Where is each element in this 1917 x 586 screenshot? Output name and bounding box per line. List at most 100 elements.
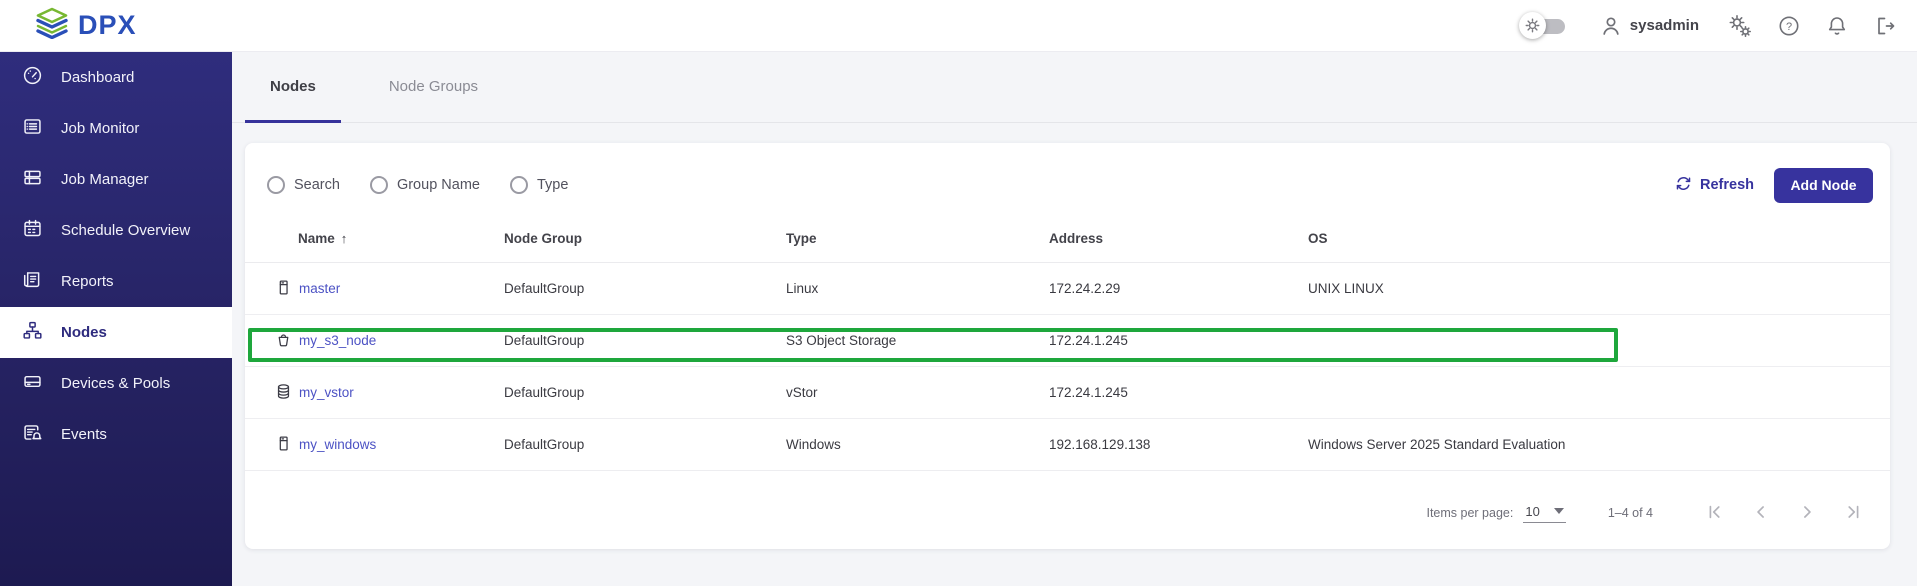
- storage-drive-icon: [22, 371, 43, 396]
- refresh-label: Refresh: [1700, 177, 1754, 193]
- sidebar-item-label: Events: [61, 426, 107, 443]
- server-icon: [275, 278, 292, 300]
- server-icon: [275, 434, 292, 456]
- filter-option-search[interactable]: Search: [267, 176, 340, 194]
- sidebar-item-label: Nodes: [61, 324, 107, 341]
- notifications-bell-icon[interactable]: [1825, 14, 1849, 38]
- sidebar: Dashboard Job Monitor Job Manager: [0, 52, 232, 586]
- tab-node-groups[interactable]: Node Groups: [364, 52, 503, 123]
- logout-icon[interactable]: [1873, 14, 1897, 38]
- refresh-button[interactable]: Refresh: [1675, 175, 1754, 196]
- filter-option-group-name[interactable]: Group Name: [370, 176, 480, 194]
- name-cell: my_s3_node: [275, 330, 504, 352]
- theme-toggle[interactable]: [1519, 17, 1565, 35]
- radio-icon[interactable]: [267, 176, 285, 194]
- table-header-row: Name ↑ Node Group Type Address OS: [245, 215, 1890, 263]
- address-cell: 172.24.2.29: [1049, 281, 1308, 296]
- sort-asc-icon[interactable]: ↑: [341, 231, 348, 246]
- table-row[interactable]: my_s3_node DefaultGroup S3 Object Storag…: [245, 315, 1890, 367]
- last-page-icon[interactable]: [1843, 502, 1863, 525]
- sidebar-item-events[interactable]: Events: [0, 409, 232, 460]
- sidebar-item-job-monitor[interactable]: Job Monitor: [0, 103, 232, 154]
- stacked-bars-icon: [22, 167, 43, 192]
- radio-icon[interactable]: [510, 176, 528, 194]
- next-page-icon[interactable]: [1797, 502, 1817, 525]
- table-row[interactable]: master DefaultGroup Linux 172.24.2.29 UN…: [245, 263, 1890, 315]
- column-header-node-group[interactable]: Node Group: [504, 231, 786, 246]
- sidebar-item-devices-pools[interactable]: Devices & Pools: [0, 358, 232, 409]
- sidebar-item-label: Job Monitor: [61, 120, 139, 137]
- column-header-type[interactable]: Type: [786, 231, 1049, 246]
- type-cell: S3 Object Storage: [786, 333, 1049, 348]
- name-cell: my_windows: [275, 434, 504, 456]
- name-cell: master: [275, 278, 504, 300]
- toggle-thumb-gear-icon: [1519, 12, 1546, 39]
- first-page-icon[interactable]: [1705, 502, 1725, 525]
- add-node-button[interactable]: Add Node: [1774, 168, 1873, 203]
- prev-page-icon[interactable]: [1751, 502, 1771, 525]
- table-row[interactable]: my_vstor DefaultGroup vStor 172.24.1.245: [245, 367, 1890, 419]
- refresh-icon: [1675, 175, 1692, 196]
- table-actions: Refresh Add Node: [1675, 168, 1873, 203]
- filter-option-type[interactable]: Type: [510, 176, 568, 194]
- sidebar-item-label: Schedule Overview: [61, 222, 190, 239]
- node-link[interactable]: my_windows: [299, 437, 376, 452]
- event-log-bell-icon: [22, 422, 43, 447]
- list-box-icon: [22, 116, 43, 141]
- page-range-label: 1–4 of 4: [1608, 506, 1653, 520]
- column-header-address[interactable]: Address: [1049, 231, 1308, 246]
- top-bar-actions: sysadmin ?: [1519, 13, 1897, 39]
- items-per-page-label: Items per page:: [1426, 506, 1513, 520]
- sidebar-item-label: Reports: [61, 273, 114, 290]
- settings-gears-icon[interactable]: [1727, 13, 1753, 39]
- radio-icon[interactable]: [370, 176, 388, 194]
- sidebar-item-label: Devices & Pools: [61, 375, 170, 392]
- radio-label: Search: [294, 177, 340, 193]
- dpx-app: DPX sysadmin: [0, 0, 1917, 586]
- sidebar-item-label: Dashboard: [61, 69, 134, 86]
- bucket-icon: [275, 330, 292, 352]
- database-icon: [275, 382, 292, 404]
- calendar-icon: [22, 218, 43, 243]
- tab-nodes[interactable]: Nodes: [245, 52, 341, 123]
- caret-down-icon: [1554, 508, 1564, 514]
- items-per-page-select[interactable]: 10: [1523, 504, 1565, 523]
- os-cell: Windows Server 2025 Standard Evaluation: [1308, 437, 1890, 452]
- address-cell: 192.168.129.138: [1049, 437, 1308, 452]
- nodes-card: Search Group Name Type: [245, 143, 1890, 549]
- node-group-cell: DefaultGroup: [504, 333, 786, 348]
- filter-radio-group: Search Group Name Type: [267, 176, 568, 194]
- gauge-icon: [22, 65, 43, 90]
- name-cell: my_vstor: [275, 382, 504, 404]
- sidebar-item-schedule-overview[interactable]: Schedule Overview: [0, 205, 232, 256]
- type-cell: vStor: [786, 385, 1049, 400]
- os-cell: UNIX LINUX: [1308, 281, 1890, 296]
- table-row[interactable]: my_windows DefaultGroup Windows 192.168.…: [245, 419, 1890, 471]
- sitemap-icon: [22, 320, 43, 345]
- sidebar-item-reports[interactable]: Reports: [0, 256, 232, 307]
- help-icon[interactable]: ?: [1777, 14, 1801, 38]
- brand-name: DPX: [78, 10, 137, 41]
- newspaper-icon: [22, 269, 43, 294]
- radio-label: Group Name: [397, 177, 480, 193]
- sidebar-item-dashboard[interactable]: Dashboard: [0, 52, 232, 103]
- paginator: Items per page: 10 1–4 of 4: [245, 471, 1890, 541]
- address-cell: 172.24.1.245: [1049, 385, 1308, 400]
- svg-text:?: ?: [1786, 21, 1792, 33]
- top-bar: DPX sysadmin: [0, 0, 1917, 52]
- filter-row: Search Group Name Type: [245, 143, 1890, 215]
- type-cell: Linux: [786, 281, 1049, 296]
- node-link[interactable]: my_vstor: [299, 385, 354, 400]
- type-cell: Windows: [786, 437, 1049, 452]
- column-header-name[interactable]: Name ↑: [275, 231, 504, 246]
- column-header-os[interactable]: OS: [1308, 231, 1890, 246]
- sidebar-item-job-manager[interactable]: Job Manager: [0, 154, 232, 205]
- user-menu[interactable]: sysadmin: [1599, 14, 1699, 38]
- node-group-cell: DefaultGroup: [504, 385, 786, 400]
- radio-label: Type: [537, 177, 568, 193]
- brand-logo[interactable]: DPX: [34, 7, 137, 44]
- node-link[interactable]: my_s3_node: [299, 333, 376, 348]
- node-link[interactable]: master: [299, 281, 340, 296]
- address-cell: 172.24.1.245: [1049, 333, 1308, 348]
- sidebar-item-nodes[interactable]: Nodes: [0, 307, 232, 358]
